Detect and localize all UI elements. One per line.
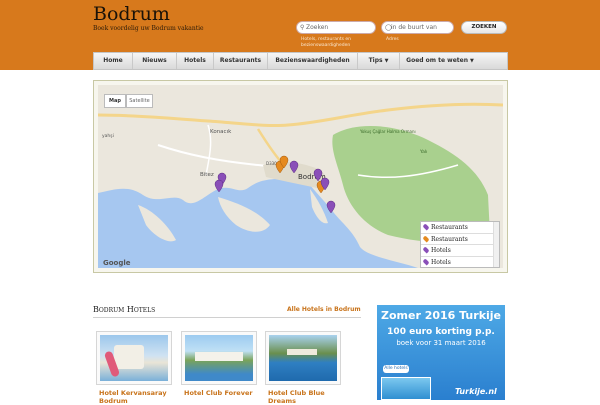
map-pin-icon [422,246,430,254]
hotel-name[interactable]: Hotel Kervansaray Bodrum [99,389,179,405]
nav-item-tips[interactable]: Tips ▼ [358,53,400,69]
hotel-thumbnail[interactable] [265,331,341,385]
legend-scrollbar[interactable] [493,222,499,267]
map-label-road: D330 [266,161,277,166]
map-label-konacik: Konacık [210,129,232,135]
legend-label: Restaurants [431,224,468,231]
building-shape [287,349,317,355]
nav-item-goed-om-te-weten[interactable]: Goed om te weten ▼ [400,53,480,69]
map-view-button[interactable]: Map [104,94,126,108]
map-legend: Restaurants Restaurants Hotels Hotels [420,221,500,268]
site-tagline: Boek voordelig uw Bodrum vakantie [93,25,204,32]
building-shape [114,345,144,369]
hotel-image [100,335,168,381]
nav-label: Goed om te weten [406,57,468,64]
hotel-thumbnail[interactable] [181,331,257,385]
nav-item-nieuws[interactable]: Nieuws [133,53,177,69]
ad-discount: 100 euro korting p.p. [387,327,495,337]
hotel-name[interactable]: Hotel Club Forever [184,389,264,397]
building-shape [195,352,243,361]
site-title[interactable]: Bodrum [93,3,170,25]
advertisement-banner[interactable]: Zomer 2016 Turkije 100 euro korting p.p.… [377,305,505,400]
near-placeholder: in de buurt van [391,24,437,31]
ad-photo [381,377,431,400]
map-label-bitez: Bitez [200,172,214,178]
all-hotels-link[interactable]: Alle Hotels in Bodrum [287,306,361,313]
ad-headline: Zomer 2016 Turkije [380,309,502,322]
map-frame: Konacık Bitez Bodrum Yokuş Çağlar Halma … [93,80,508,273]
search-input[interactable]: ⚲ Zoeken [296,21,376,34]
main-nav: Home Nieuws Hotels Restaurants Bezienswa… [93,52,508,70]
ad-deadline: boek voor 31 maart 2016 [396,339,486,347]
near-hint: Adres [386,37,399,42]
legend-label: Hotels [431,247,451,254]
legend-item-hotels[interactable]: Hotels [421,257,499,269]
map-pin-icon [422,223,430,231]
nav-label: Restaurants [219,57,262,64]
search-placeholder: Zoeken [306,24,329,31]
nav-item-bezienswaardigheden[interactable]: Bezienswaardigheden [268,53,358,69]
search-button[interactable]: ZOEKEN [461,21,507,34]
nav-label: Home [103,57,123,64]
chevron-down-icon: ▼ [384,58,389,64]
google-logo: Google [103,259,131,267]
search-hint: Hotels, restaurants en bezienswaardighed… [301,37,351,48]
map-pin-icon [422,234,430,243]
map[interactable]: Konacık Bitez Bodrum Yokuş Çağlar Halma … [98,85,503,268]
nav-label: Nieuws [142,57,167,64]
hotel-name[interactable]: Hotel Club Blue Dreams [268,389,348,405]
ad-button[interactable]: Alle hotels [383,365,409,373]
hotel-image [185,335,253,381]
chevron-down-icon: ▼ [469,58,474,64]
legend-label: Hotels [431,258,451,266]
nav-item-home[interactable]: Home [94,53,133,69]
legend-item-hotels[interactable]: Hotels [421,245,499,257]
legend-label: Restaurants [431,235,468,243]
legend-item-restaurants[interactable]: Restaurants [421,222,499,234]
nav-item-hotels[interactable]: Hotels [177,53,214,69]
map-label-yali: Yalı [419,149,427,155]
nav-label: Bezienswaardigheden [275,57,350,64]
satellite-view-button[interactable]: Satellite [126,94,153,108]
nav-item-restaurants[interactable]: Restaurants [214,53,268,69]
divider [93,317,361,318]
hotel-image [269,335,337,381]
hotel-thumbnail[interactable] [96,331,172,385]
location-icon: ◯ [385,24,392,31]
ad-brand-logo: Turkije.nl [455,387,497,396]
nav-label: Hotels [184,57,206,64]
near-location-input[interactable]: ◯ in de buurt van [381,21,454,34]
nav-label: Tips [368,57,383,64]
map-label-forest: Yokuş Çağlar Halma Ormanı [359,129,416,134]
search-icon: ⚲ [300,24,305,31]
legend-item-restaurants[interactable]: Restaurants [421,234,499,245]
section-title: Bodrum Hotels [93,305,156,314]
map-pin-icon [422,257,430,266]
map-label-yahsi: yahşi [102,133,114,139]
